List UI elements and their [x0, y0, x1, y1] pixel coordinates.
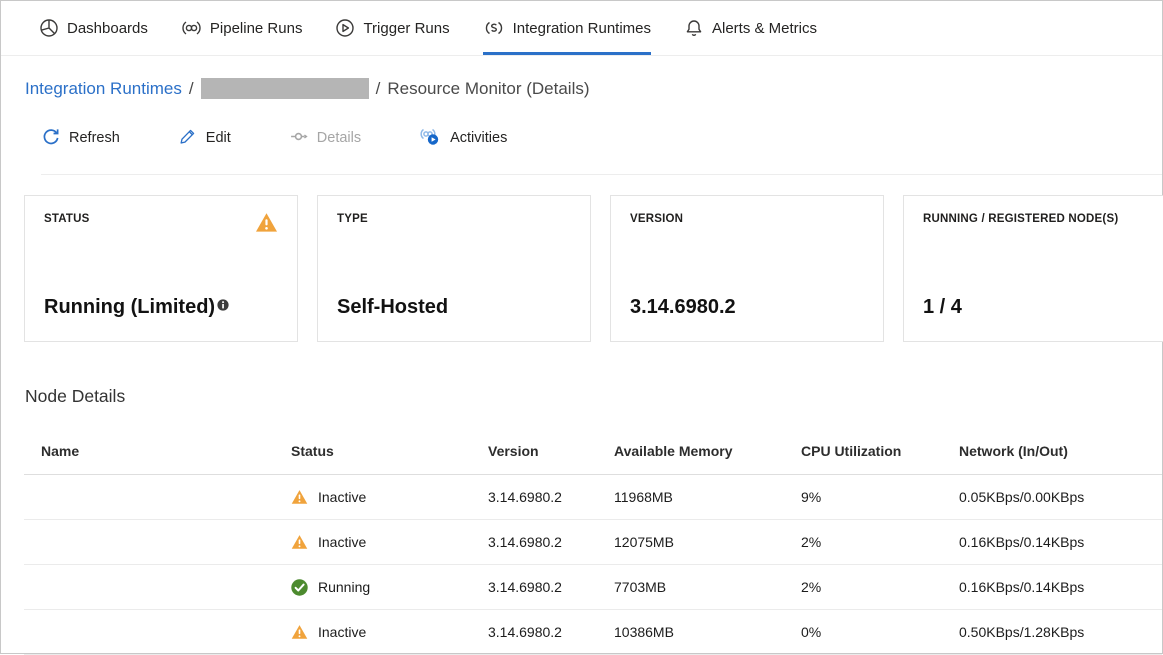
edit-label: Edit [206, 130, 231, 146]
table-row[interactable]: Inactive 3.14.6980.2 12075MB 2% 0.16KBps… [24, 520, 1162, 565]
column-header-network[interactable]: Network (In/Out) [959, 443, 1162, 459]
breadcrumb: Integration Runtimes / / Resource Monito… [25, 78, 1162, 99]
node-cpu-cell: 2% [801, 579, 959, 595]
warning-icon [291, 489, 308, 505]
table-row[interactable]: Inactive 3.14.6980.2 11968MB 9% 0.05KBps… [24, 475, 1162, 520]
tab-integration-runtimes[interactable]: Integration Runtimes [483, 1, 651, 55]
node-version-cell: 3.14.6980.2 [488, 579, 614, 595]
table-row[interactable]: Inactive 3.14.6980.2 10386MB 0% 0.50KBps… [24, 610, 1162, 655]
pipeline-runs-icon [181, 18, 202, 38]
info-icon[interactable] [217, 294, 229, 317]
success-check-icon [291, 579, 308, 596]
node-status-cell: Inactive [291, 534, 488, 550]
nodes-card-label: RUNNING / REGISTERED NODE(S) [923, 212, 1118, 227]
warning-icon [291, 534, 308, 550]
redacted-runtime-name [201, 78, 369, 99]
type-card: TYPE Self-Hosted [317, 195, 591, 342]
node-status-label: Inactive [318, 534, 366, 550]
column-header-available-memory[interactable]: Available Memory [614, 443, 801, 459]
tab-alerts-metrics[interactable]: Alerts & Metrics [684, 1, 817, 55]
alerts-metrics-icon [684, 18, 704, 38]
table-row[interactable]: Running 3.14.6980.2 7703MB 2% 0.16KBps/0… [24, 565, 1162, 610]
node-version-cell: 3.14.6980.2 [488, 489, 614, 505]
node-cpu-cell: 0% [801, 624, 959, 640]
details-button[interactable]: Details [289, 127, 361, 150]
column-header-status[interactable]: Status [291, 443, 488, 459]
breadcrumb-link-integration-runtimes[interactable]: Integration Runtimes [25, 79, 182, 99]
node-status-cell: Inactive [291, 624, 488, 640]
dashboards-icon [39, 18, 59, 38]
breadcrumb-separator: / [376, 79, 381, 99]
tab-label: Alerts & Metrics [712, 20, 817, 37]
breadcrumb-current: Resource Monitor (Details) [387, 79, 589, 99]
node-status-cell: Inactive [291, 489, 488, 505]
tab-label: Integration Runtimes [513, 20, 651, 37]
status-card-label: STATUS [44, 212, 90, 227]
node-name-cell [41, 579, 291, 595]
node-memory-cell: 12075MB [614, 534, 801, 550]
edit-pencil-icon [178, 127, 197, 150]
node-details-table: Name Status Version Available Memory CPU… [24, 407, 1162, 655]
table-body: Inactive 3.14.6980.2 11968MB 9% 0.05KBps… [24, 475, 1162, 655]
version-value: 3.14.6980.2 [630, 296, 864, 319]
node-details-title: Node Details [25, 386, 1162, 407]
tab-dashboards[interactable]: Dashboards [39, 1, 148, 55]
node-name-cell [41, 534, 291, 550]
version-card-label: VERSION [630, 212, 683, 227]
column-header-name[interactable]: Name [41, 443, 291, 459]
details-label: Details [317, 130, 361, 146]
type-card-label: TYPE [337, 212, 368, 227]
node-network-cell: 0.16KBps/0.14KBps [959, 579, 1162, 595]
node-network-cell: 0.16KBps/0.14KBps [959, 534, 1162, 550]
status-value: Running (Limited) [44, 296, 278, 319]
tab-label: Trigger Runs [363, 20, 449, 37]
breadcrumb-separator: / [189, 79, 194, 99]
node-network-cell: 0.50KBps/1.28KBps [959, 624, 1162, 640]
toolbar: Refresh Edit Details Act [41, 126, 1162, 175]
refresh-button[interactable]: Refresh [41, 127, 120, 150]
refresh-icon [41, 127, 60, 150]
node-version-cell: 3.14.6980.2 [488, 534, 614, 550]
node-memory-cell: 7703MB [614, 579, 801, 595]
warning-icon[interactable] [255, 212, 278, 238]
column-header-cpu-utilization[interactable]: CPU Utilization [801, 443, 959, 459]
node-status-cell: Running [291, 579, 488, 596]
trigger-runs-icon [335, 18, 355, 38]
node-cpu-cell: 2% [801, 534, 959, 550]
node-name-cell [41, 624, 291, 640]
type-value: Self-Hosted [337, 296, 571, 319]
version-card: VERSION 3.14.6980.2 [610, 195, 884, 342]
tab-label: Dashboards [67, 20, 148, 37]
activities-label: Activities [450, 130, 507, 146]
tab-pipeline-runs[interactable]: Pipeline Runs [181, 1, 303, 55]
activities-pipeline-play-icon [419, 126, 441, 150]
integration-runtimes-icon [483, 18, 505, 38]
node-status-label: Inactive [318, 489, 366, 505]
column-header-version[interactable]: Version [488, 443, 614, 459]
details-connection-icon [289, 127, 308, 150]
node-status-label: Running [318, 579, 370, 595]
tab-trigger-runs[interactable]: Trigger Runs [335, 1, 449, 55]
node-name-cell [41, 489, 291, 505]
tab-label: Pipeline Runs [210, 20, 303, 37]
nodes-value: 1 / 4 [923, 296, 1157, 319]
table-header-row: Name Status Version Available Memory CPU… [24, 407, 1162, 475]
activities-button[interactable]: Activities [419, 126, 507, 150]
monitor-tab-bar: Dashboards Pipeline Runs Trigger Runs In… [1, 1, 1162, 56]
node-network-cell: 0.05KBps/0.00KBps [959, 489, 1162, 505]
resource-monitor-page: { "tabs": { "items": [ { "label": "Dashb… [0, 0, 1163, 654]
refresh-label: Refresh [69, 130, 120, 146]
warning-icon [291, 624, 308, 640]
summary-cards: STATUS Running (Limited) TYPE [24, 195, 1162, 342]
node-cpu-cell: 9% [801, 489, 959, 505]
status-card: STATUS Running (Limited) [24, 195, 298, 342]
edit-button[interactable]: Edit [178, 127, 231, 150]
nodes-card: RUNNING / REGISTERED NODE(S) 1 / 4 [903, 195, 1163, 342]
node-version-cell: 3.14.6980.2 [488, 624, 614, 640]
node-status-label: Inactive [318, 624, 366, 640]
node-memory-cell: 11968MB [614, 489, 801, 505]
node-memory-cell: 10386MB [614, 624, 801, 640]
